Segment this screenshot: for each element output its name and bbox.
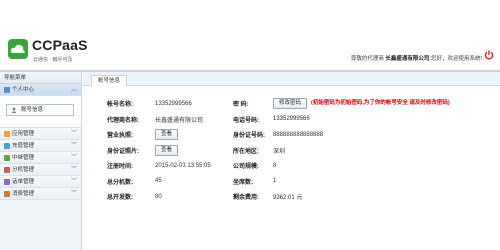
menu-group-extension-management[interactable]: 分机管理 ︾ [0,164,81,176]
value-phone: 13352999566 [273,116,310,123]
extension-icon [4,166,10,173]
chevron-up-icon: ︽ [70,87,77,93]
label-agent-name: 代理商名称: [107,117,139,124]
table-row: 帐号名称: 13352999566 密 码: 修改密码 (初始密码为初始密码,为了… [107,96,450,112]
menu-group-consume-management[interactable]: 消费管理 ︾ [0,188,81,200]
welcome-suffix: :您好，欢迎使用系统! [429,56,482,62]
chevron-down-icon: ︾ [70,179,77,185]
sidebar-title: 导航菜单 [0,72,81,84]
table-row: 营业执照: 查看 身份证号码: 888888888888888 [107,127,450,143]
chevron-down-icon: ︾ [70,155,77,161]
welcome-prefix: 尊敬的代理商 [350,56,384,62]
password-warning: (初始密码为初始密码,为了你的帐号安全 请及时修改密码) [311,100,450,107]
chevron-down-icon: ︾ [70,143,77,149]
menu-group-label: 分机管理 [12,167,35,173]
value-agent-name: 长鑫盛通有限公司 [155,117,204,124]
bill-icon [4,178,10,185]
app-icon [4,130,10,137]
consume-icon [4,190,10,197]
tab-account-info[interactable]: 帐号信息 [91,75,128,86]
label-remaining-balance: 剩余费用: [233,195,259,202]
value-register-time: 2015-02-03 13:55:05 [155,162,211,169]
recharge-icon [4,142,10,149]
business-license-cell: 查看 [155,127,233,143]
value-id-number: 888888888888888 [273,131,324,138]
id-photo-cell: 查看 [155,143,233,159]
table-row: 总开发数: 80 剩余费用: 9362.01 元 [107,189,450,205]
label-business-license: 营业执照: [107,133,133,140]
label-total-extensions: 总分机数: [107,179,133,186]
account-info-table: 帐号名称: 13352999566 密 码: 修改密码 (初始密码为初始密码,为了… [107,96,450,205]
menu-group-label: 应用管理 [12,131,35,137]
user-icon [11,107,17,113]
company-name: 长鑫盛通有限公司 [385,56,430,62]
change-password-button[interactable]: 修改密码 [273,98,308,110]
power-logout-icon[interactable] [484,50,494,60]
table-row: 代理商名称: 长鑫盛通有限公司 电话号码: 13352999566 [107,112,450,128]
sidebar-item-label: 账号信息 [21,107,44,113]
label-company-size: 公司规模: [233,164,259,171]
table-row: 身份证照片: 查看 所在地区: 深圳 [107,143,450,159]
label-account-name: 帐号名称: [107,102,133,109]
sidebar-item-account-info[interactable]: 账号信息 [6,104,74,116]
label-seats: 坐席数: [233,179,253,186]
chevron-down-icon: ︾ [70,191,77,197]
menu-group-label: 话单管理 [12,179,35,185]
label-id-photo: 身份证照片: [107,148,139,155]
menu-group-relay-management[interactable]: 中继管理 ︾ [0,152,81,164]
brand-slogan: 云通信 · 触手可及 [33,57,73,63]
cloud-logo-icon [8,39,28,59]
menu-group-label: 个人中心 [12,87,35,93]
label-total-developments: 总开发数: [107,195,133,202]
submenu-personal-center: 账号信息 [0,96,81,128]
tab-bar: 帐号信息 [83,72,500,86]
menu-group-personal-center[interactable]: 个人中心 ︽ [0,84,81,96]
relay-icon [4,154,10,161]
value-total-developments: 80 [155,193,162,200]
value-region: 深圳 [273,148,286,155]
value-remaining-balance: 9362.01 元 [273,195,303,202]
label-phone: 电话号码: [233,117,259,124]
value-total-extensions: 45 [155,178,162,185]
label-register-time: 注册时间: [107,164,133,171]
password-cell: 修改密码 (初始密码为初始密码,为了你的帐号安全 请及时修改密码) [273,96,450,112]
menu-group-label: 消费管理 [12,191,35,197]
menu-group-app-management[interactable]: 应用管理 ︾ [0,128,81,140]
menu-group-recharge-management[interactable]: 充值管理 ︾ [0,140,81,152]
welcome-message: 尊敬的代理商 长鑫盛通有限公司:您好，欢迎使用系统! [351,54,482,62]
menu-group-label: 中继管理 [12,155,35,161]
chevron-down-icon: ︾ [70,167,77,173]
label-password: 密 码: [233,102,249,109]
person-icon [4,86,10,93]
value-seats: 1 [273,178,277,185]
menu-group-label: 充值管理 [12,143,35,149]
value-account-name: 13352999566 [155,100,192,107]
value-company-size: 8 [273,162,277,169]
brand-name: CCPaaS [32,37,88,53]
chevron-down-icon: ︾ [70,131,77,137]
app-header: CCPaaS 云通信 · 触手可及 尊敬的代理商 长鑫盛通有限公司:您好，欢迎使… [0,0,500,68]
label-region: 所在地区: [233,148,259,155]
sidebar: 导航菜单 个人中心 ︽ 账号信息 应用管理 ︾ 充值管理 ︾ 中继管理 ︾ 分机… [0,72,82,250]
view-id-photo-button[interactable]: 查看 [155,144,179,156]
table-row: 注册时间: 2015-02-03 13:55:05 公司规模: 8 [107,158,450,174]
menu-group-bill-management[interactable]: 话单管理 ︾ [0,176,81,188]
account-info-panel: 帐号名称: 13352999566 密 码: 修改密码 (初始密码为初始密码,为了… [83,86,500,250]
view-license-button[interactable]: 查看 [155,129,179,141]
label-id-number: 身份证号码: [233,133,265,140]
table-row: 总分机数: 45 坐席数: 1 [107,174,450,190]
